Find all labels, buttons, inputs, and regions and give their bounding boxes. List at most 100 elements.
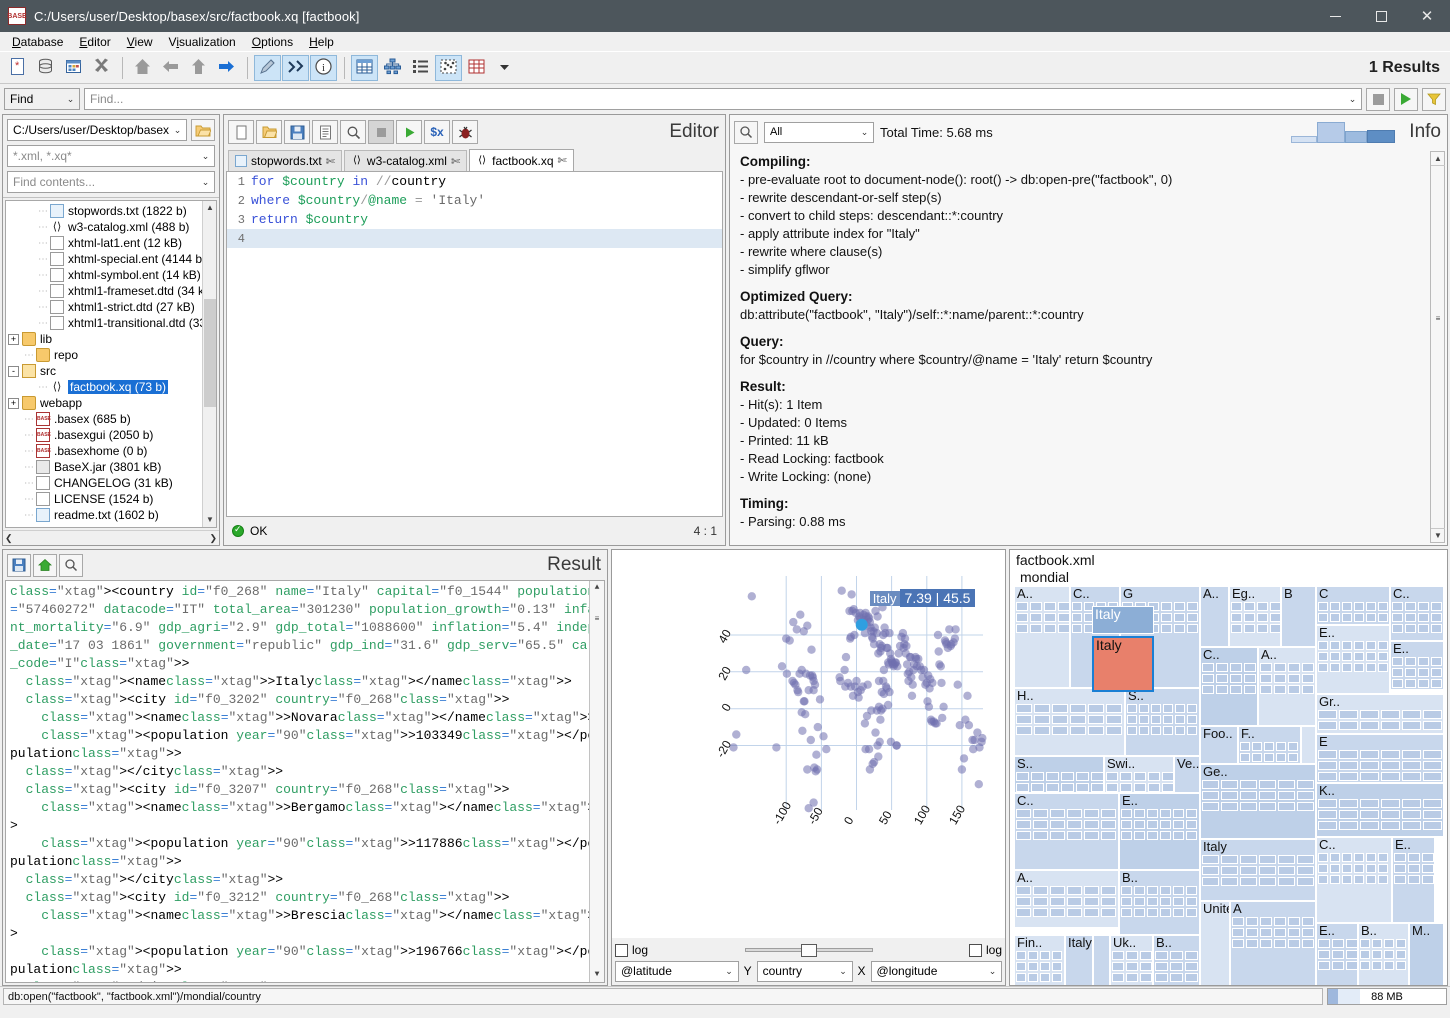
tree-view-button[interactable] — [379, 55, 406, 81]
tree-item[interactable]: ⋯CHANGELOG (31 kB) — [6, 475, 216, 491]
debug-button[interactable] — [452, 120, 478, 144]
tree-item[interactable]: ⋯⟨⟩factbook.xq (73 b) — [6, 379, 216, 395]
project-path-select[interactable]: C:/Users/user/Desktop/basex ⌄ — [7, 119, 187, 141]
tree-item[interactable]: ⋯repo — [6, 347, 216, 363]
new-file-button[interactable] — [228, 120, 254, 144]
tree-item[interactable]: ⋯xhtml1-transitional.dtd (33 k — [6, 315, 216, 331]
menu-editor[interactable]: Editor — [71, 33, 118, 51]
treemap-cell-italy-selected[interactable]: Italy — [1092, 636, 1154, 692]
tree-item[interactable]: ⋯xhtml-lat1.ent (12 kB) — [6, 235, 216, 251]
tree-item[interactable]: ⋯BaseX.jar (3801 kB) — [6, 459, 216, 475]
new-document-button[interactable]: * — [4, 55, 31, 81]
menu-visualization[interactable]: Visualization — [161, 33, 244, 51]
x-log-checkbox[interactable] — [969, 944, 982, 957]
tree-item[interactable]: ⋯BASE.basex (685 b) — [6, 411, 216, 427]
y-log-checkbox[interactable] — [615, 944, 628, 957]
find-input[interactable]: Find... ⌄ — [84, 88, 1362, 110]
menu-database[interactable]: Database — [4, 33, 71, 51]
open-file-button[interactable] — [256, 120, 282, 144]
treemap-cell-italy-highlight[interactable]: Italy — [1092, 606, 1154, 634]
info-search-button[interactable] — [734, 121, 758, 144]
go-up-button[interactable] — [185, 55, 212, 81]
result-search-button[interactable] — [59, 554, 83, 577]
treemap-cell[interactable]: M.. — [1409, 923, 1444, 986]
filter-button[interactable] — [1422, 88, 1446, 111]
run-button[interactable] — [1394, 88, 1418, 111]
close-tab-icon[interactable]: ✄ — [451, 155, 460, 168]
close-tab-icon[interactable]: ✄ — [326, 155, 335, 168]
project-toggle-button[interactable] — [282, 55, 309, 81]
tree-item[interactable]: ⋯readme.txt (1602 b) — [6, 507, 216, 523]
scroll-down-icon[interactable]: ▼ — [203, 513, 217, 527]
treemap-cell[interactable]: United Kin.. — [1200, 901, 1230, 986]
x-axis-select[interactable]: @longitude ⌄ — [871, 961, 1002, 982]
info-scrollbar[interactable]: ▲ ≡ ▼ — [1430, 151, 1445, 543]
scroll-up-icon[interactable]: ▲ — [203, 201, 217, 215]
editor-tab[interactable]: ⟨⟩factbook.xq✄ — [469, 149, 574, 171]
tree-item[interactable]: ⋯BASE.basexhome (0 b) — [6, 443, 216, 459]
open-database-button[interactable] — [60, 55, 87, 81]
scroll-up-icon[interactable]: ▲ — [1431, 152, 1445, 166]
scroll-right-icon[interactable]: ❯ — [209, 533, 217, 544]
save-file-button[interactable] — [284, 120, 310, 144]
history-button[interactable] — [312, 120, 338, 144]
scroll-up-icon[interactable]: ▲ — [590, 581, 604, 595]
tree-item[interactable]: ⋯stopwords.txt (1822 b) — [6, 203, 216, 219]
editor-tab[interactable]: stopwords.txt✄ — [228, 150, 342, 171]
file-tree-scrollbar[interactable]: ▲ ▼ — [202, 201, 216, 527]
go-back-button[interactable] — [157, 55, 184, 81]
tree-expander[interactable]: - — [8, 366, 19, 377]
save-result-button[interactable] — [7, 554, 31, 577]
maximize-button[interactable] — [1358, 0, 1404, 32]
go-forward-button[interactable] — [213, 55, 240, 81]
editor-tab[interactable]: ⟨⟩w3-catalog.xml✄ — [344, 150, 467, 171]
more-views-button[interactable] — [491, 55, 518, 81]
home-button[interactable] — [129, 55, 156, 81]
info-filter-select[interactable]: All ⌄ — [764, 122, 874, 143]
run-query-button[interactable] — [396, 120, 422, 144]
menu-view[interactable]: View — [119, 33, 161, 51]
map-view-button[interactable] — [463, 55, 490, 81]
stop-button[interactable] — [1366, 88, 1390, 111]
folder-view-button[interactable] — [407, 55, 434, 81]
tree-item[interactable]: ⋯xhtml1-frameset.dtd (34 kB) — [6, 283, 216, 299]
treemap-cell[interactable]: Ve.. — [1174, 756, 1200, 793]
treemap-cell[interactable] — [1093, 935, 1110, 986]
stop-button[interactable] — [368, 120, 394, 144]
treemap-cell[interactable] — [1301, 726, 1316, 764]
browse-folder-button[interactable] — [191, 119, 215, 141]
treemap-cell[interactable]: A.. — [1200, 586, 1229, 647]
tree-expander[interactable]: + — [8, 398, 19, 409]
menu-help[interactable]: Help — [301, 33, 342, 51]
item-select[interactable]: country ⌄ — [757, 961, 853, 982]
treemap-cells[interactable]: A..C..GH..S..S..Swi..Ve..C..A..E..B..Fin… — [1014, 586, 1444, 982]
tree-item[interactable]: -src — [6, 363, 216, 379]
tree-item[interactable]: +webapp — [6, 395, 216, 411]
info-content[interactable]: Compiling:- pre-evaluate root to documen… — [730, 149, 1447, 545]
tree-item[interactable]: ⋯BASE.basexgui (2050 b) — [6, 427, 216, 443]
scatter-plot[interactable]: -100-50050100150-2002040Italy7.39 | 45.5 — [612, 550, 1005, 938]
scroll-down-icon[interactable]: ▼ — [590, 968, 604, 982]
scrollbar-thumb[interactable] — [204, 299, 216, 407]
tree-item[interactable]: ⋯xhtml-symbol.ent (14 kB) — [6, 267, 216, 283]
tree-item[interactable]: ⋯xhtml1-strict.dtd (27 kB) — [6, 299, 216, 315]
code-editor[interactable]: 1for $country in //country 2where $count… — [226, 171, 723, 517]
table-view-button[interactable] — [351, 55, 378, 81]
plot-view-button[interactable] — [435, 55, 462, 81]
result-home-button[interactable] — [33, 554, 57, 577]
close-database-button[interactable] — [88, 55, 115, 81]
treemap-cell[interactable]: B — [1281, 586, 1316, 647]
external-variables-button[interactable]: $x — [424, 120, 450, 144]
tree-expander[interactable]: + — [8, 334, 19, 345]
y-axis-select[interactable]: @latitude ⌄ — [615, 961, 739, 982]
scrollbar-thumb[interactable]: ≡ — [590, 613, 604, 627]
result-scrollbar[interactable]: ▲ ≡ ▼ — [589, 581, 604, 982]
editor-toggle-button[interactable] — [254, 55, 281, 81]
scrollbar-thumb[interactable]: ≡ — [1431, 312, 1445, 326]
close-button[interactable]: ✕ — [1404, 0, 1450, 32]
tree-item[interactable]: ⋯xhtml-special.ent (4144 b) — [6, 251, 216, 267]
dot-size-slider[interactable] — [648, 943, 969, 957]
database-button[interactable] — [32, 55, 59, 81]
minimize-button[interactable] — [1312, 0, 1358, 32]
info-toggle-button[interactable]: i — [310, 55, 337, 81]
